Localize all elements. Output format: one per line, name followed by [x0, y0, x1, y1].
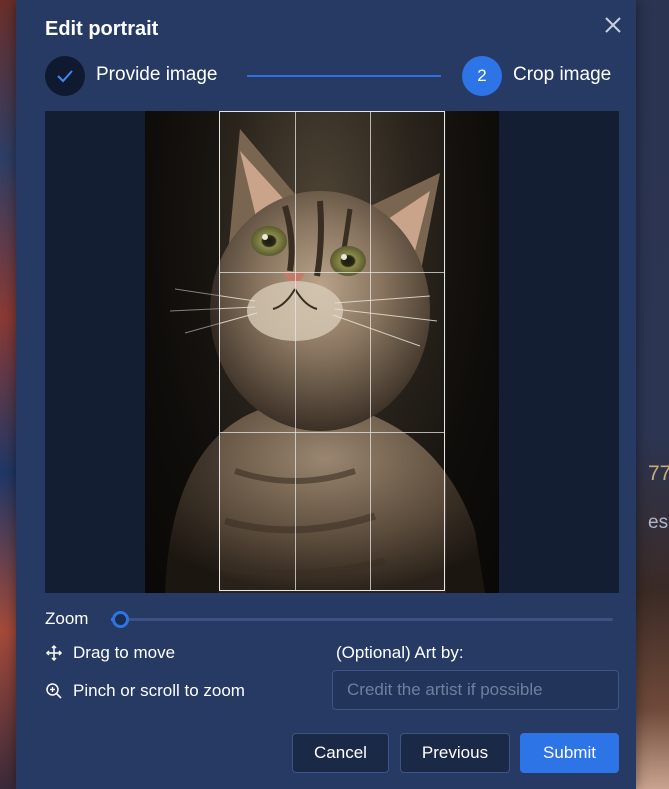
- art-by-label: (Optional) Art by:: [336, 643, 464, 662]
- crop-canvas[interactable]: [45, 111, 619, 593]
- step-1-label[interactable]: Provide image: [96, 64, 217, 86]
- move-icon: [45, 644, 63, 662]
- previous-button[interactable]: Previous: [400, 733, 510, 773]
- crop-grid-line: [295, 112, 296, 590]
- zoom-in-icon: [46, 683, 62, 699]
- step-2-indicator: 2: [462, 56, 502, 96]
- hint-drag-to-move: Drag to move: [73, 643, 176, 662]
- close-icon: [605, 17, 621, 33]
- crop-grid-line: [220, 432, 444, 433]
- edit-portrait-modal: Edit portrait Provide image 2 Crop image: [16, 0, 636, 789]
- submit-button[interactable]: Submit: [520, 733, 619, 773]
- crop-grid-line: [220, 272, 444, 273]
- background-text: 77: [648, 462, 669, 485]
- hint-pinch-to-zoom: Pinch or scroll to zoom: [73, 681, 245, 700]
- step-2-label: Crop image: [513, 64, 612, 85]
- zoom-slider-track[interactable]: [111, 618, 613, 621]
- background-page-left: [0, 0, 16, 789]
- background-text: es: [648, 512, 669, 533]
- zoom-slider-thumb[interactable]: [112, 611, 129, 628]
- zoom-label: Zoom: [45, 609, 89, 628]
- crop-selection-box[interactable]: [219, 111, 445, 591]
- crop-grid-line: [370, 112, 371, 590]
- cancel-button[interactable]: Cancel: [292, 733, 389, 773]
- step-connector: [247, 75, 441, 77]
- check-icon: [57, 70, 73, 83]
- crop-mask-left: [145, 111, 219, 593]
- step-1-indicator[interactable]: [45, 56, 85, 96]
- art-by-input[interactable]: [332, 670, 619, 710]
- crop-mask-right: [446, 111, 499, 593]
- background-page-right: [636, 0, 669, 789]
- close-button[interactable]: [602, 14, 624, 36]
- modal-title: Edit portrait: [45, 18, 159, 40]
